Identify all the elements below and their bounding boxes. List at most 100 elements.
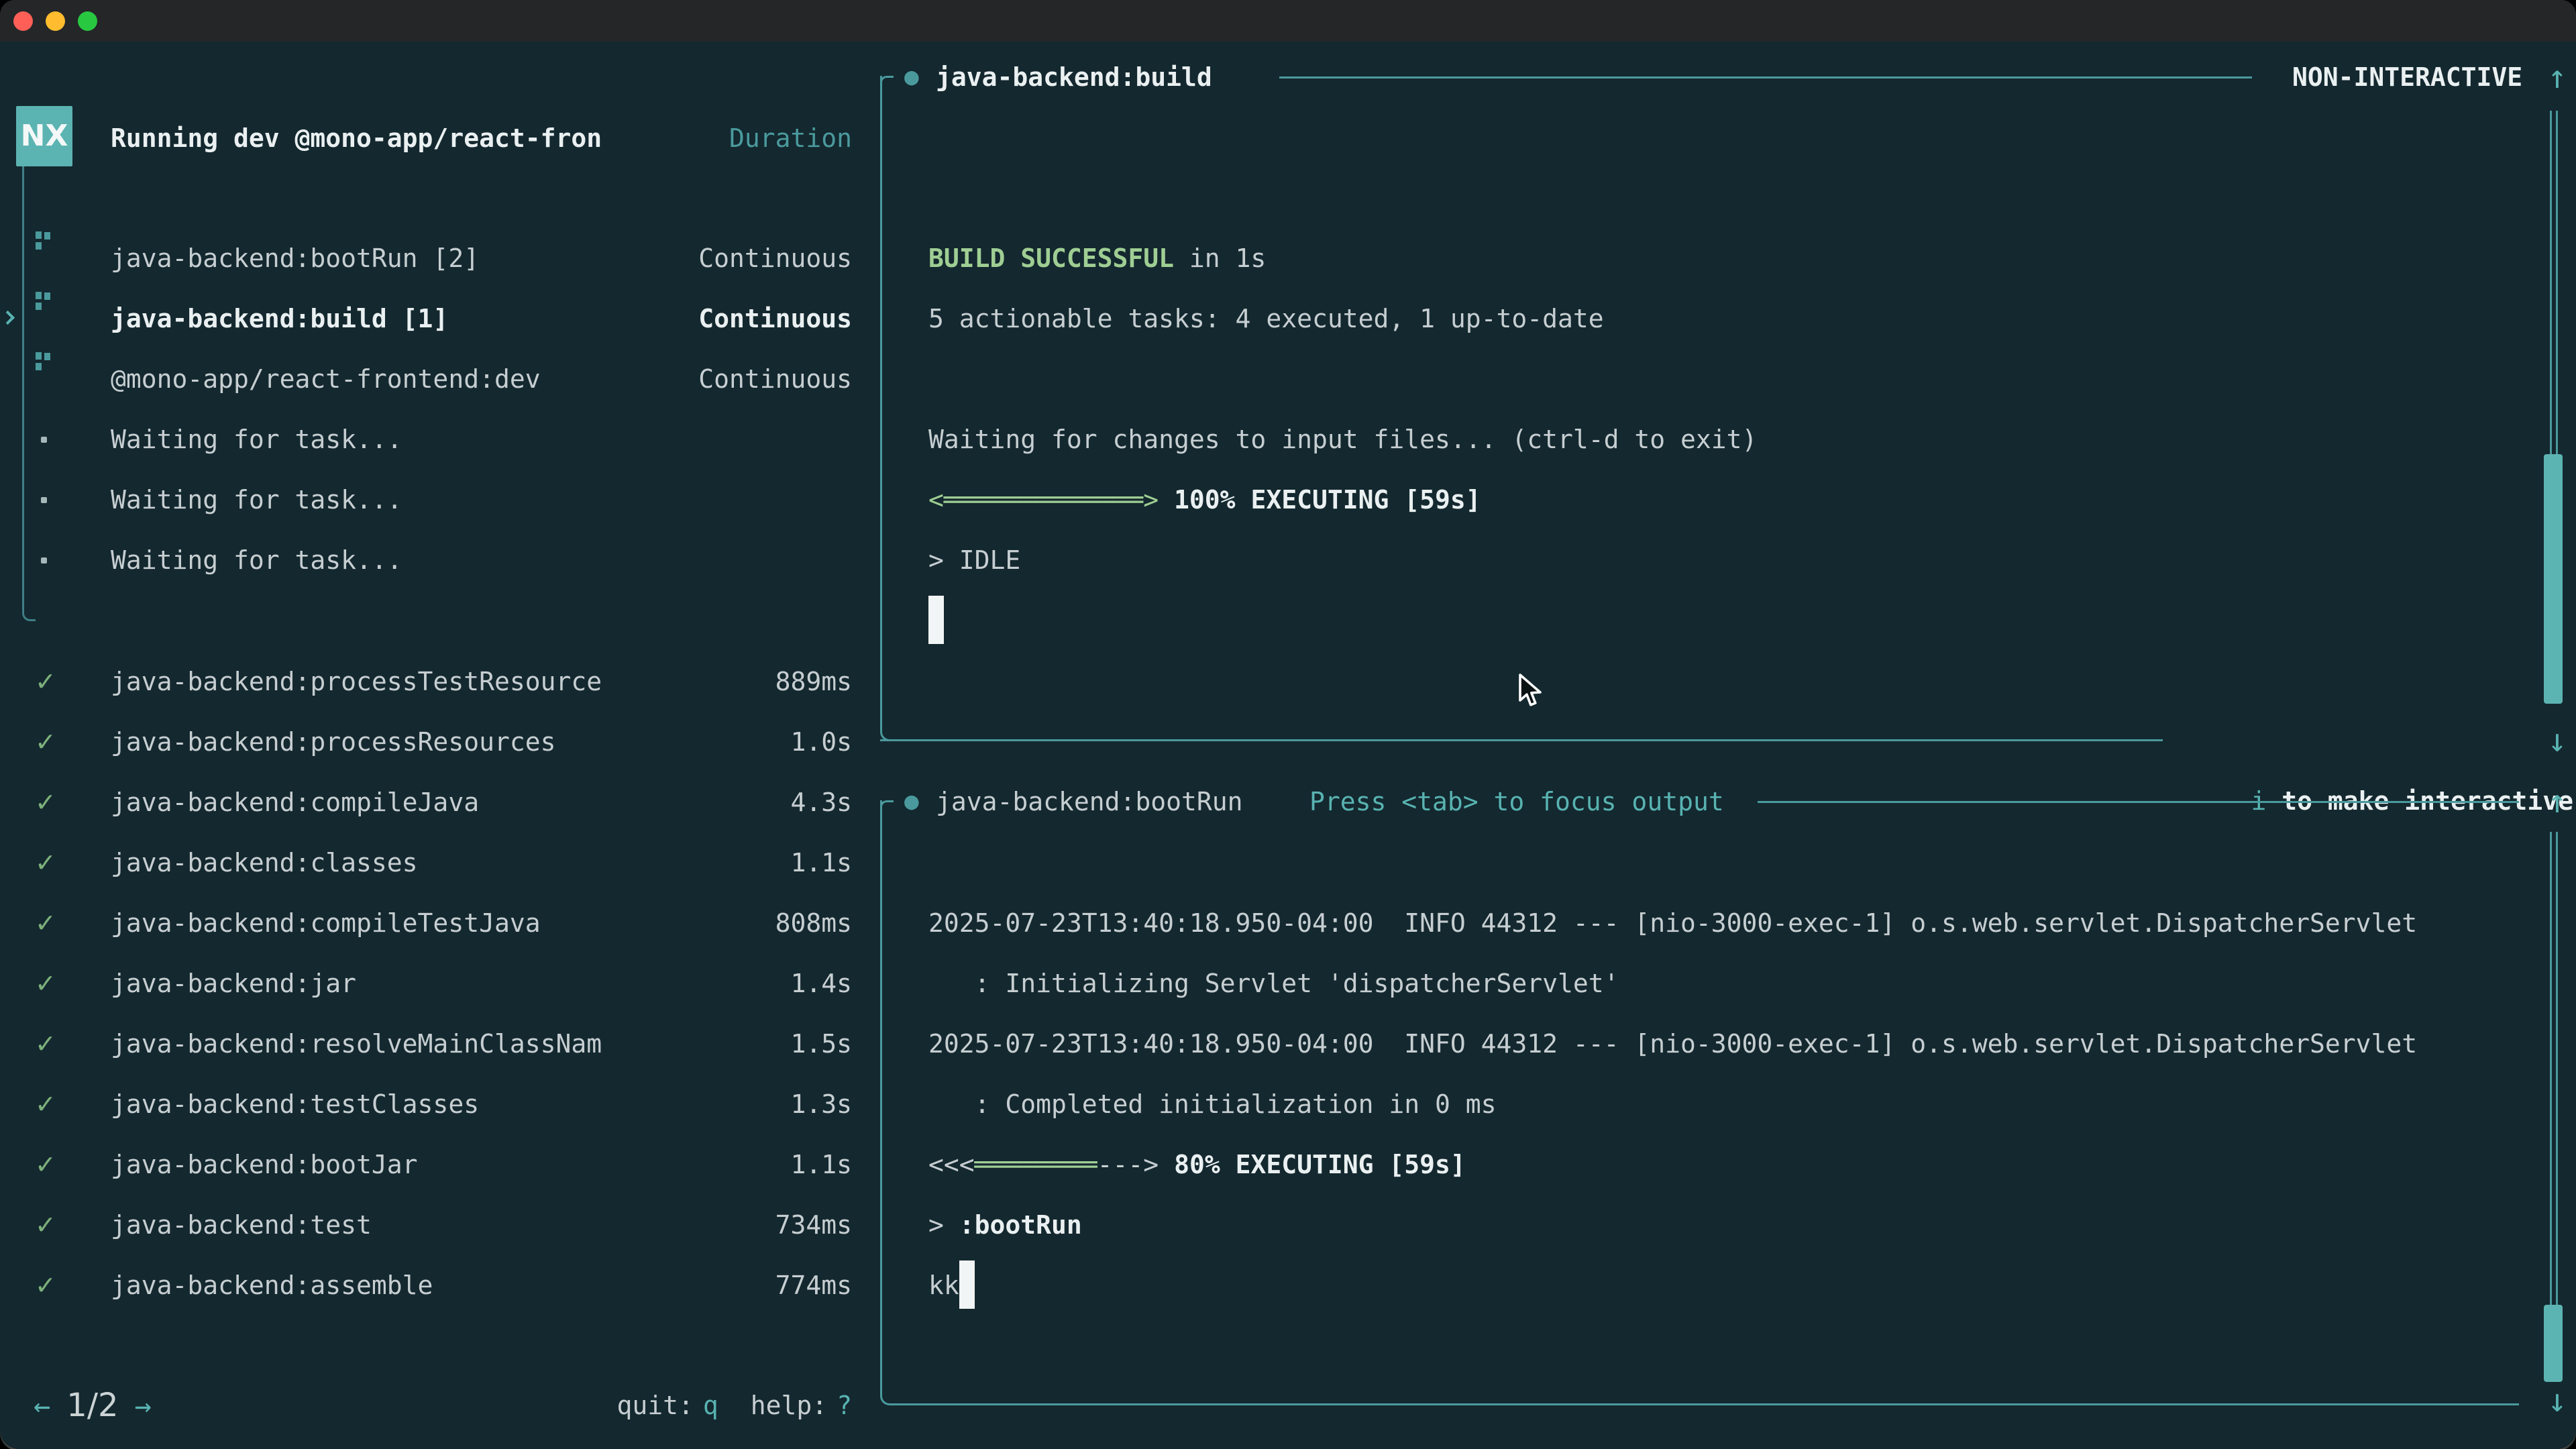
idle-line: > IDLE <box>928 530 1757 590</box>
terminal-window: NX Running dev @mono-app/react-fron Dura… <box>0 0 2576 1449</box>
prompt-arrow: > <box>928 1210 959 1240</box>
bootrun-progress-bar: ════════ <box>975 1150 1097 1179</box>
task-name: java-backend:compileTestJava <box>111 893 541 953</box>
quit-key: q <box>703 1391 718 1420</box>
check-icon <box>35 1074 56 1134</box>
check-icon <box>35 651 56 712</box>
build-success-time: in 1s <box>1174 244 1266 273</box>
keyboard-hints: quit: q help:? <box>0 1375 852 1436</box>
scrollbar-track[interactable] <box>2550 111 2558 454</box>
check-icon <box>35 1134 56 1195</box>
scroll-down-icon[interactable]: ↓ <box>2537 1371 2576 1431</box>
terminal-cursor[interactable] <box>959 1260 975 1309</box>
selected-chevron-icon <box>1 311 15 325</box>
close-window-button[interactable] <box>13 11 33 31</box>
pending-task-row[interactable]: Waiting for task... <box>0 470 852 530</box>
task-name: java-backend:bootJar <box>111 1134 418 1195</box>
completed-task-row[interactable]: java-backend:compileTestJava 808ms <box>0 893 852 953</box>
check-icon <box>35 1014 56 1074</box>
task-name: java-backend:jar <box>111 953 356 1014</box>
log-line: 2025-07-23T13:40:18.950-04:00 INFO 44312… <box>928 1014 2417 1074</box>
duration-column-header: Duration <box>729 108 852 168</box>
check-icon <box>35 1255 56 1316</box>
log-line: : Completed initialization in 0 ms <box>928 1074 2417 1134</box>
waiting-for-changes-line: Waiting for changes to input files... (c… <box>928 409 1757 470</box>
pending-bullet-icon <box>41 437 47 443</box>
log-line: 2025-07-23T13:40:18.950-04:00 INFO 44312… <box>928 893 2417 953</box>
task-duration: 1.1s <box>790 1134 852 1195</box>
bootrun-progress-status: 80% EXECUTING [59s] <box>1159 1150 1466 1179</box>
scroll-up-icon[interactable]: ↑ <box>2537 47 2576 107</box>
spinner-icon <box>36 231 49 249</box>
terminal-input-line[interactable]: kk <box>928 1255 2417 1316</box>
zoom-window-button[interactable] <box>78 11 97 31</box>
non-interactive-badge: NON-INTERACTIVE <box>2292 47 2522 107</box>
running-task-list: java-backend:bootRun [2] Continuous java… <box>0 228 852 409</box>
build-panel-output: BUILD SUCCESSFUL in 1s 5 actionable task… <box>928 228 1757 651</box>
terminal-cursor[interactable] <box>928 596 944 644</box>
task-duration: 889ms <box>775 651 852 712</box>
running-task-row[interactable]: java-backend:build [1] Continuous <box>0 288 852 349</box>
build-panel-title: java-backend:build <box>936 47 1212 107</box>
panel-divider-rule <box>880 739 2163 741</box>
bootrun-panel-header-rule <box>1758 801 2519 803</box>
completed-task-row[interactable]: java-backend:processResources 1.0s <box>0 712 852 772</box>
quit-hint-label: quit: <box>616 1391 693 1420</box>
help-key: ? <box>837 1391 852 1420</box>
bootrun-panel-title: java-backend:bootRun <box>936 771 1243 832</box>
check-icon <box>35 712 56 772</box>
bootrun-progress-suffix: ---> <box>1097 1150 1159 1179</box>
pending-bullet-icon <box>41 497 47 503</box>
task-duration: 1.3s <box>790 1074 852 1134</box>
check-icon <box>35 1195 56 1255</box>
completed-task-row[interactable]: java-backend:assemble 774ms <box>0 1255 852 1316</box>
completed-task-row[interactable]: java-backend:processTestResource 889ms <box>0 651 852 712</box>
minimize-window-button[interactable] <box>46 11 65 31</box>
task-duration: 808ms <box>775 893 852 953</box>
gradle-progress-status: 100% EXECUTING [59s] <box>1159 485 1481 515</box>
task-name: @mono-app/react-frontend:dev <box>111 349 541 409</box>
task-duration: 734ms <box>775 1195 852 1255</box>
completed-task-row[interactable]: java-backend:test 734ms <box>0 1195 852 1255</box>
tasks-summary-line: 5 actionable tasks: 4 executed, 1 up-to-… <box>928 288 1757 349</box>
task-bullet-icon: ● <box>904 47 919 107</box>
scrollbar-thumb[interactable] <box>2544 454 2563 704</box>
bootrun-progress-prefix: <<< <box>928 1150 975 1179</box>
make-interactive-hint: i to make interactive <box>2190 710 2573 771</box>
task-duration: 1.0s <box>790 712 852 772</box>
log-line: : Initializing Servlet 'dispatcherServle… <box>928 953 2417 1014</box>
running-task-row[interactable]: @mono-app/react-frontend:dev Continuous <box>0 349 852 409</box>
task-duration: Continuous <box>698 288 852 349</box>
build-success-text: BUILD SUCCESSFUL <box>928 244 1174 273</box>
task-name: java-backend:assemble <box>111 1255 433 1316</box>
task-name: java-backend:test <box>111 1195 372 1255</box>
completed-task-row[interactable]: java-backend:jar 1.4s <box>0 953 852 1014</box>
build-panel-header-rule <box>1279 76 2252 78</box>
window-titlebar <box>0 0 2576 42</box>
task-bullet-icon: ● <box>904 771 919 832</box>
running-task-row[interactable]: java-backend:bootRun [2] Continuous <box>0 228 852 288</box>
completed-task-row[interactable]: java-backend:classes 1.1s <box>0 833 852 893</box>
task-name: java-backend:classes <box>111 833 418 893</box>
scrollbar-track[interactable] <box>2550 832 2558 1305</box>
scroll-up-icon[interactable]: ↑ <box>2537 771 2576 832</box>
completed-task-row[interactable]: java-backend:bootJar 1.1s <box>0 1134 852 1195</box>
task-duration: 1.1s <box>790 833 852 893</box>
task-name: java-backend:processTestResource <box>111 651 602 712</box>
sidebar-title: Running dev @mono-app/react-fron <box>111 108 602 168</box>
check-icon <box>35 893 56 953</box>
spinner-icon <box>36 352 49 370</box>
completed-task-row[interactable]: java-backend:resolveMainClassNam 1.5s <box>0 1014 852 1074</box>
help-hint-label: help: <box>751 1391 827 1420</box>
check-icon <box>35 953 56 1014</box>
completed-task-list: java-backend:processTestResource 889ms j… <box>0 651 852 1316</box>
pending-task-label: Waiting for task... <box>111 409 402 470</box>
prompt-task-name: :bootRun <box>959 1210 1082 1240</box>
bootrun-panel-output: 2025-07-23T13:40:18.950-04:00 INFO 44312… <box>928 893 2417 1316</box>
pending-task-row[interactable]: Waiting for task... <box>0 409 852 470</box>
gradle-progress-bar: <═════════════> <box>928 485 1159 515</box>
task-name: java-backend:bootRun [2] <box>111 228 479 288</box>
completed-task-row[interactable]: java-backend:testClasses 1.3s <box>0 1074 852 1134</box>
check-icon <box>35 833 56 893</box>
pending-task-row[interactable]: Waiting for task... <box>0 530 852 590</box>
